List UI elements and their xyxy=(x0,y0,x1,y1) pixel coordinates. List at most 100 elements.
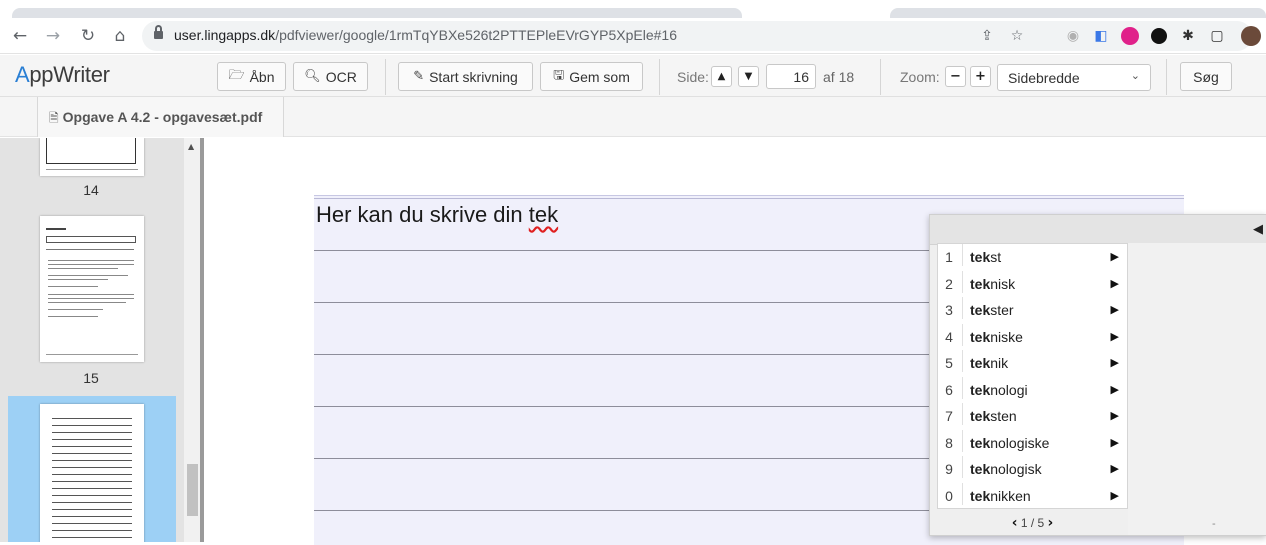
url-text[interactable]: user.lingapps.dk/pdfviewer/google/1rmTqY… xyxy=(174,27,677,43)
next-page-button[interactable]: ▼ xyxy=(738,66,759,87)
prediction-word: teksten xyxy=(962,403,1017,425)
prediction-word: teknisk xyxy=(962,270,1015,293)
extension-icon-2[interactable]: ◧ xyxy=(1090,25,1112,47)
thumbnail-number: 14 xyxy=(83,182,99,198)
app-toolbar: AppWriter 🗁 Åbn 🔍︎ OCR ✎ Start skrivning 🖫 G… xyxy=(0,55,1266,97)
play-arrow-icon[interactable]: ▶ xyxy=(1111,277,1119,290)
speaker-icon[interactable]: ◀ xyxy=(1253,222,1263,237)
written-text[interactable]: Her kan du skrive din tek xyxy=(316,202,558,228)
prediction-item[interactable]: 9 teknologisk ▶ xyxy=(938,456,1127,483)
save-as-button[interactable]: 🖫 Gem som xyxy=(540,62,643,91)
play-arrow-icon[interactable]: ▶ xyxy=(1111,303,1119,316)
chevron-right-icon[interactable]: › xyxy=(1048,515,1054,531)
zoom-out-button[interactable]: − xyxy=(945,66,966,87)
prediction-word: teknik xyxy=(962,350,1008,372)
prediction-item[interactable]: 3 tekster ▶ xyxy=(938,297,1127,324)
browser-toolbar: ← → ↻ ⌂ user.lingapps.dk/pdfviewer/googl… xyxy=(0,18,1266,54)
start-writing-button[interactable]: ✎ Start skrivning xyxy=(398,62,533,91)
prediction-item[interactable]: 1 tekst ▶ xyxy=(938,244,1127,271)
prediction-item[interactable]: 0 teknikken ▶ xyxy=(938,482,1127,510)
page-thumbnail-14[interactable] xyxy=(40,138,144,176)
home-icon[interactable]: ⌂ xyxy=(108,24,132,48)
word-prediction-panel: ◀ 1 tekst ▶ 2 teknisk ▶ 3 tekster ▶ 4 tekniske ▶ 5 te… xyxy=(929,214,1266,536)
document-tab[interactable]: 🗎 Opgave A 4.2 - opgavesæt.pdf xyxy=(37,97,284,137)
prediction-number: 2 xyxy=(945,275,953,292)
prediction-item[interactable]: 7 teksten ▶ xyxy=(938,403,1127,430)
prediction-number: 3 xyxy=(945,302,953,318)
prediction-word: teknologisk xyxy=(962,456,1042,478)
browser-tab[interactable] xyxy=(12,8,742,18)
lock-icon[interactable] xyxy=(154,25,163,40)
play-arrow-icon[interactable]: ▶ xyxy=(1111,436,1119,449)
zoom-select[interactable]: Sidebredde ⌄ xyxy=(997,64,1151,91)
back-arrow-icon[interactable]: ← xyxy=(8,24,32,48)
open-button[interactable]: 🗁 Åbn xyxy=(217,62,286,91)
plus-icon: + xyxy=(975,69,986,84)
prediction-word: teknologi xyxy=(962,376,1028,399)
prediction-item[interactable]: 2 teknisk ▶ xyxy=(938,270,1127,298)
share-icon[interactable]: ⇪ xyxy=(976,25,998,47)
toolbar-divider xyxy=(385,59,386,95)
star-icon[interactable]: ☆ xyxy=(1006,25,1028,47)
extension-icon-4[interactable] xyxy=(1148,25,1170,47)
scroll-up-arrow-icon[interactable]: ▲ xyxy=(188,142,194,151)
prediction-item[interactable]: 5 teknik ▶ xyxy=(938,350,1127,377)
thumbnail-number: 15 xyxy=(83,370,99,386)
search-button[interactable]: Søg xyxy=(1180,62,1232,91)
toolbar-divider xyxy=(659,59,660,95)
prediction-item[interactable]: 8 teknologiske ▶ xyxy=(938,429,1127,457)
ocr-button[interactable]: 🔍︎ OCR xyxy=(293,62,368,91)
prediction-word: tekniske xyxy=(962,323,1023,346)
page-total: af 18 xyxy=(823,69,855,85)
detail-placeholder: - xyxy=(1212,518,1216,530)
minus-icon: − xyxy=(950,69,961,84)
browser-tab-strip xyxy=(0,0,1266,18)
zoom-label: Zoom: xyxy=(900,69,940,85)
page-number-input[interactable]: 16 xyxy=(766,64,816,89)
profile-avatar[interactable] xyxy=(1240,25,1262,47)
previous-page-button[interactable]: ▲ xyxy=(711,66,732,87)
play-arrow-icon[interactable]: ▶ xyxy=(1111,330,1119,343)
chevron-up-icon: ▲ xyxy=(717,71,726,82)
zoom-in-button[interactable]: + xyxy=(970,66,991,87)
prediction-detail-panel xyxy=(1128,243,1266,535)
prediction-pager: ‹ 1 / 5 › xyxy=(937,509,1128,535)
reload-icon[interactable]: ↻ xyxy=(76,24,100,48)
url-path: /pdfviewer/google/1rmTqYBXe526t2PTTEPleE… xyxy=(275,27,677,43)
prediction-word: tekster xyxy=(962,297,1014,319)
open-button-label: Åbn xyxy=(249,68,275,85)
play-arrow-icon[interactable]: ▶ xyxy=(1111,462,1119,475)
misspelled-word[interactable]: tek xyxy=(529,202,558,227)
play-arrow-icon[interactable]: ▶ xyxy=(1111,250,1119,263)
prediction-item[interactable]: 6 teknologi ▶ xyxy=(938,376,1127,404)
extension-icon-1[interactable]: ◉ xyxy=(1062,25,1084,47)
document-title: Opgave A 4.2 - opgavesæt.pdf xyxy=(62,109,263,125)
folder-icon: 🗁 xyxy=(228,67,245,83)
toolbar-divider xyxy=(1166,59,1167,95)
chevron-left-icon[interactable]: ‹ xyxy=(1012,515,1018,531)
window-icon[interactable]: ▢ xyxy=(1206,25,1228,47)
prediction-number: 1 xyxy=(945,249,953,265)
edit-icon: ✎ xyxy=(413,69,425,84)
search-icon: 🔍︎ xyxy=(304,69,321,84)
toolbar-divider xyxy=(880,59,881,95)
prediction-item[interactable]: 4 tekniske ▶ xyxy=(938,323,1127,351)
prediction-word: teknikken xyxy=(962,482,1031,505)
page-thumbnail-15[interactable] xyxy=(40,216,144,362)
pager-text: 1 / 5 xyxy=(1020,516,1045,530)
sidebar-scroll-thumb[interactable] xyxy=(187,464,198,516)
start-writing-label: Start skrivning xyxy=(429,68,518,85)
word-prediction-header[interactable]: ◀ xyxy=(930,215,1266,245)
play-arrow-icon[interactable]: ▶ xyxy=(1111,356,1119,369)
puzzle-icon[interactable]: ✱ xyxy=(1177,25,1199,47)
play-arrow-icon[interactable]: ▶ xyxy=(1111,409,1119,422)
address-bar[interactable]: user.lingapps.dk/pdfviewer/google/1rmTqY… xyxy=(142,21,1252,51)
play-arrow-icon[interactable]: ▶ xyxy=(1111,383,1119,396)
thumbnail-sidebar: 14 15 ▲ xyxy=(0,138,204,542)
file-icon: 🗎 xyxy=(49,111,59,125)
forward-arrow-icon[interactable]: → xyxy=(41,24,65,48)
page-thumbnail-16[interactable] xyxy=(40,404,144,542)
extension-icon-3[interactable] xyxy=(1119,25,1141,47)
play-arrow-icon[interactable]: ▶ xyxy=(1111,489,1119,502)
browser-tab[interactable] xyxy=(890,8,1266,18)
